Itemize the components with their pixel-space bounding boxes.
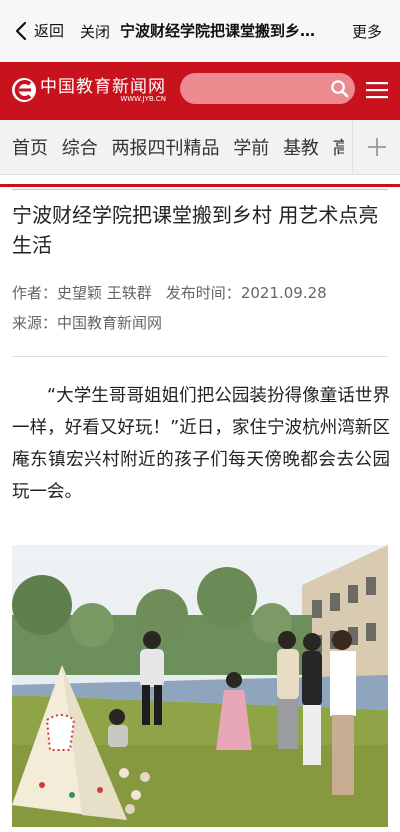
- back-label: 返回: [34, 22, 65, 40]
- tab-general[interactable]: 综合: [62, 134, 98, 160]
- page-title: 宁波财经学院把课堂搬到乡…: [120, 22, 316, 40]
- tab-preschool[interactable]: 学前: [233, 134, 269, 160]
- tab-row: 首页 综合 两报四刊精品 学前 基教 高: [12, 134, 344, 160]
- search-icon[interactable]: [330, 79, 349, 98]
- logo-url: WWW.JYB.CN: [120, 95, 166, 103]
- brand-header: 中国教育新闻网 WWW.JYB.CN: [0, 62, 400, 120]
- chevron-left-icon: [15, 21, 27, 40]
- header-divider-thin: [12, 189, 388, 190]
- logo-text: 中国教育新闻网: [40, 77, 166, 97]
- logo-mark-icon: [12, 78, 36, 102]
- author-label: 作者：: [12, 284, 58, 302]
- meta-divider: [12, 356, 388, 357]
- menu-icon[interactable]: [366, 81, 388, 99]
- plus-icon: [368, 138, 386, 156]
- publish-time: 2021.09.28: [240, 284, 327, 302]
- channel-tabs: 首页 综合 两报四刊精品 学前 基教 高: [0, 120, 400, 175]
- top-navbar: 返回 关闭 宁波财经学院把课堂搬到乡… 更多: [0, 0, 400, 62]
- back-button[interactable]: 返回: [14, 20, 64, 41]
- tab-higher-education[interactable]: 高: [333, 134, 344, 160]
- author-names: 史望颖 王轶群: [57, 284, 152, 302]
- source-name: 中国教育新闻网: [57, 314, 163, 332]
- article-meta: 作者：史望颖 王轶群 发布时间：2021.09.28: [12, 282, 333, 303]
- site-logo[interactable]: 中国教育新闻网 WWW.JYB.CN: [10, 76, 166, 104]
- article-source: 来源：中国教育新闻网: [12, 312, 168, 333]
- header-divider: [0, 184, 400, 187]
- search-input[interactable]: [180, 73, 355, 104]
- source-label: 来源：: [12, 314, 58, 332]
- tab-highlights[interactable]: 两报四刊精品: [111, 134, 219, 160]
- more-button[interactable]: 更多: [352, 21, 382, 42]
- article-title: 宁波财经学院把课堂搬到乡村 用艺术点亮生活: [12, 203, 379, 257]
- article-paragraph: “大学生哥哥姐姐们把公园装扮得像童话世界一样，好看又好玩！”近日，家住宁波杭州湾…: [12, 386, 390, 502]
- tab-basic-education[interactable]: 基教: [283, 134, 319, 160]
- time-label: 发布时间：: [165, 284, 241, 302]
- close-button[interactable]: 关闭: [80, 21, 110, 42]
- tab-home[interactable]: 首页: [12, 134, 48, 160]
- add-channel-button[interactable]: [352, 120, 400, 174]
- article-photo[interactable]: [12, 545, 388, 827]
